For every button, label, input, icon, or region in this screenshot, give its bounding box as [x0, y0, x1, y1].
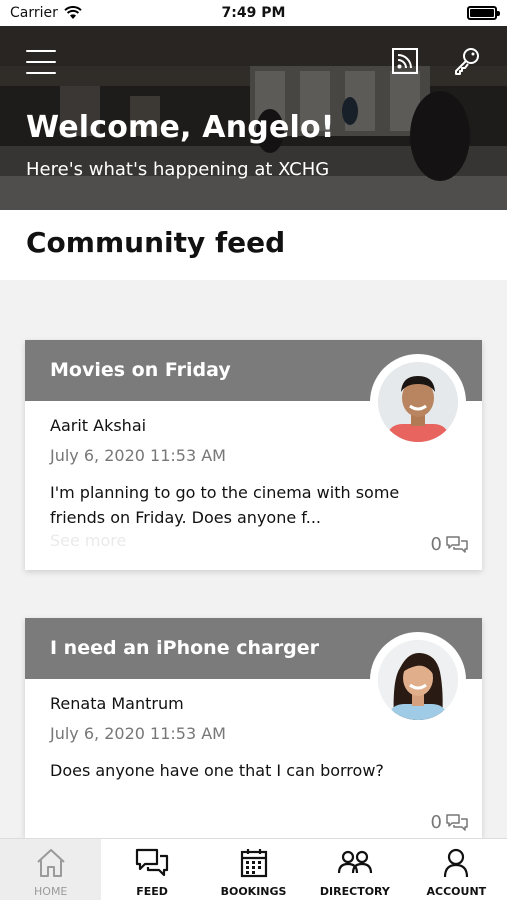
welcome-heading: Welcome, Angelo!: [26, 110, 335, 145]
bottom-nav: HOME FEED BOOKINGS DIRECTORY ACCOUNT: [0, 838, 507, 900]
feed-card[interactable]: I need an iPhone charger Renata Mantrum …: [25, 618, 482, 838]
avatar: [370, 632, 466, 728]
nav-account[interactable]: ACCOUNT: [406, 839, 507, 900]
page-title: Community feed: [26, 226, 286, 259]
post-date: July 6, 2020 11:53 AM: [50, 446, 226, 465]
battery-icon: [467, 6, 500, 20]
nav-bookings[interactable]: BOOKINGS: [203, 839, 304, 900]
comment-count-value: 0: [430, 812, 442, 833]
home-icon: [37, 849, 65, 877]
feed-header: Community feed: [0, 210, 507, 280]
hamburger-menu-icon[interactable]: [26, 50, 56, 74]
see-more-link[interactable]: See more: [50, 531, 126, 550]
nav-bookings-label: BOOKINGS: [220, 885, 287, 898]
post-body: I'm planning to go to the cinema with so…: [50, 483, 400, 527]
hero-banner: Welcome, Angelo! Here's what's happening…: [0, 26, 507, 210]
avatar-image: [378, 362, 458, 442]
nav-account-label: ACCOUNT: [426, 885, 487, 898]
feed-card[interactable]: Movies on Friday Aarit Akshai July 6, 20…: [25, 340, 482, 570]
status-left: Carrier: [10, 5, 82, 21]
feed-icon: [136, 848, 169, 877]
avatar: [370, 354, 466, 450]
status-bar: Carrier 7:49 PM: [0, 0, 507, 26]
post-date: July 6, 2020 11:53 AM: [50, 724, 226, 743]
nav-directory[interactable]: DIRECTORY: [304, 839, 405, 900]
comments-icon: [446, 813, 468, 831]
nav-feed-label: FEED: [136, 885, 168, 898]
post-author: Renata Mantrum: [50, 694, 184, 713]
nav-home-label: HOME: [34, 885, 68, 898]
comment-count[interactable]: 0: [431, 812, 468, 833]
carrier-label: Carrier: [10, 5, 58, 21]
nav-directory-label: DIRECTORY: [319, 885, 390, 898]
nav-home[interactable]: HOME: [0, 839, 102, 900]
calendar-icon: [240, 849, 267, 878]
user-icon: [444, 848, 469, 878]
comments-icon: [446, 535, 468, 553]
comment-count-value: 0: [430, 534, 442, 555]
people-icon: [337, 850, 373, 874]
post-body: Does anyone have one that I can borrow?: [50, 761, 384, 780]
post-author: Aarit Akshai: [50, 416, 147, 435]
feed-rss-icon[interactable]: [392, 48, 418, 74]
key-icon[interactable]: [452, 46, 482, 76]
nav-feed[interactable]: FEED: [101, 839, 202, 900]
comment-count[interactable]: 0: [431, 534, 468, 555]
welcome-subtitle: Here's what's happening at XCHG: [26, 159, 330, 180]
avatar-image: [378, 640, 458, 720]
wifi-icon: [64, 6, 82, 19]
